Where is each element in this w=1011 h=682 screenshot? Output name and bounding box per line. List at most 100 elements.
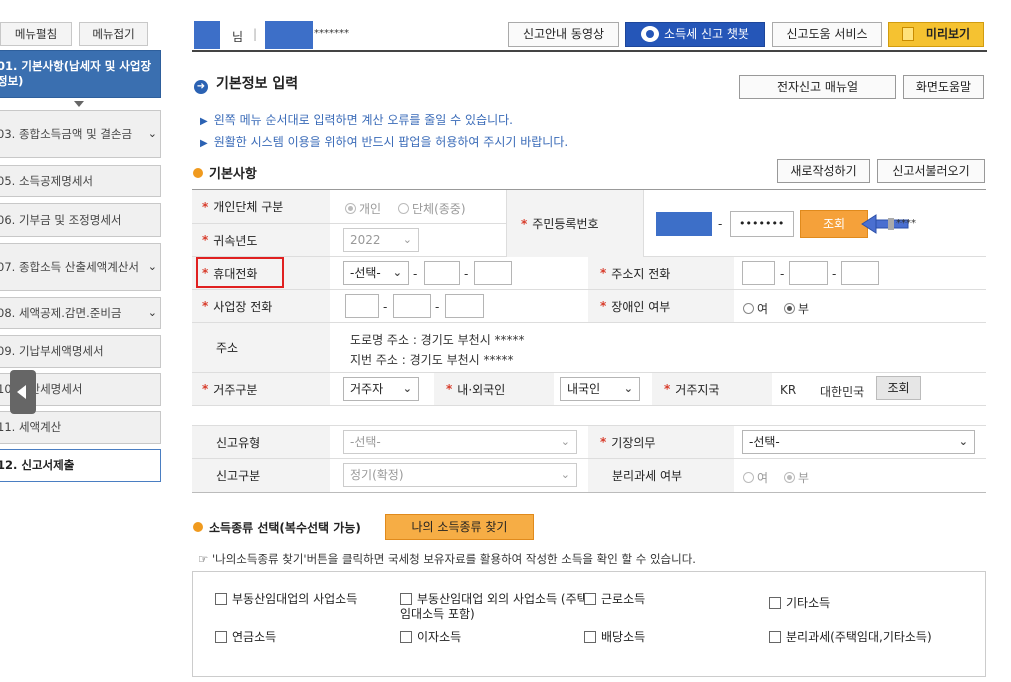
note-text: 왼쪽 메뉴 순서대로 입력하면 계산 오류를 줄일 수 있습니다. [213,113,513,127]
label-text: 주소지 전화 [611,266,671,281]
chatbot-button[interactable]: 소득세 신고 챗봇 [625,22,765,47]
biz-phone-last-input[interactable] [445,294,484,318]
checkbox-icon [584,631,596,643]
report-kind-select[interactable]: 정기(확정) ⌄ [343,463,577,487]
report-kind-label: 신고구분 [192,459,330,492]
entity-type-individual-option[interactable]: 개인 [345,200,381,217]
bookkeeping-select[interactable]: -선택- ⌄ [742,430,975,454]
income-checkbox-other-business[interactable]: 부동산임대업 외의 사업소득 (주택임대소득 포함) [400,592,590,622]
separate-tax-no-option[interactable]: 부 [784,469,809,486]
e-filing-manual-button[interactable]: 전자신고 매뉴얼 [739,75,896,99]
load-return-button[interactable]: 신고서불러오기 [877,159,985,183]
chevron-down-icon: ⌄ [402,233,412,246]
addr-phone-area-input[interactable] [742,261,775,285]
checkbox-label: 부동산임대업의 사업소득 [232,592,358,606]
option-label: 여 [757,302,769,316]
entity-type-group-option[interactable]: 단체(종중) [398,200,466,217]
preview-button[interactable]: 미리보기 [888,22,984,47]
sidebar-item-income-total[interactable]: 03. 종합소득금액 및 결손금 ⌄ [0,110,161,158]
nationality-select[interactable]: 내국인 ⌄ [560,377,640,401]
chevron-down-icon: ⌄ [147,260,157,273]
checkbox-label: 연금소득 [232,630,277,644]
income-checkbox-other[interactable]: 기타소득 [769,596,830,611]
sidebar-item-submit[interactable]: 12. 신고서제출 [0,449,161,482]
label-text: 개인단체 구분 [213,200,284,214]
rrn-masked-tail: **** [896,218,916,229]
separate-tax-yes-option[interactable]: 여 [743,469,768,486]
sidebar-toggle-handle[interactable] [10,370,36,414]
biz-phone-middle-input[interactable] [393,294,431,318]
sidebar-item-income-deduction[interactable]: 05. 소득공제명세서 [0,165,161,197]
screen-help-button[interactable]: 화면도움말 [903,75,984,99]
income-type-box: 부동산임대업의 사업소득 부동산임대업 외의 사업소득 (주택임대소득 포함) … [192,571,986,677]
rrn-lookup-button[interactable]: 조회 [800,210,868,238]
help-service-button[interactable]: 신고도움 서비스 [772,22,882,47]
year-label: * 귀속년도 [192,224,330,256]
mobile-last-input[interactable] [474,261,512,285]
country-lookup-button[interactable]: 조회 [876,376,921,400]
page-title: ➜ 기본정보 입력 [194,73,298,94]
arrow-right-icon: ➜ [194,80,208,94]
bookkeeping-label: * 기장의무 [588,426,734,458]
select-value: -선택- [749,435,780,449]
option-label: 부 [798,302,810,316]
income-checkbox-earned[interactable]: 근로소득 [584,592,645,607]
preview-label: 미리보기 [925,27,971,41]
disabled-no-option[interactable]: 부 [784,300,809,317]
masked-id-suffix: ******* [314,28,349,39]
sidebar-item-tax-calculation[interactable]: 11. 세액계산 [0,411,161,444]
addr-phone-middle-input[interactable] [789,261,828,285]
report-type-label: 신고유형 [192,426,330,458]
rrn-back-input[interactable]: ••••••• [730,211,794,237]
sidebar-item-basic-info[interactable]: 01. 기본사항(납세자 및 사업장정보) [0,50,161,98]
checkbox-icon [769,597,781,609]
income-hint: ☞ '나의소득종류 찾기'버튼을 클릭하면 국세청 보유자료를 활용하여 작성한… [198,551,696,567]
chevron-down-icon: ⌄ [560,435,570,448]
new-write-button[interactable]: 새로작성하기 [777,159,870,183]
sidebar-item-label: 01. 기본사항(납세자 및 사업장정보) [0,59,152,88]
triangle-right-icon: ▶ [200,138,208,149]
report-type-select[interactable]: -선택- ⌄ [343,430,577,454]
menu-expand-button[interactable]: 메뉴펼침 [0,22,72,46]
label-text: 장애인 여부 [611,299,671,314]
sidebar-item-tax-credit[interactable]: 08. 세액공제.감면.준비금 ⌄ [0,297,161,329]
income-checkbox-dividend[interactable]: 배당소득 [584,630,645,645]
select-value: 정기(확정) [350,468,404,482]
checkbox-label: 부동산임대업 외의 사업소득 (주택임대소득 포함) [400,592,588,621]
mobile-prefix-select[interactable]: -선택- ⌄ [343,261,409,285]
sidebar-item-label: 12. 신고서제출 [0,458,75,472]
income-checkbox-pension[interactable]: 연금소득 [215,630,276,645]
menu-collapse-button[interactable]: 메뉴접기 [79,22,148,46]
income-checkbox-separate-tax[interactable]: 분리과세(주택임대,기타소득) [769,630,932,645]
select-value: 내국인 [567,382,601,396]
mobile-middle-input[interactable] [424,261,460,285]
option-label: 여 [757,471,769,485]
sidebar-item-label: 07. 종합소득 산출세액계산서 [0,259,139,274]
dash: - [435,300,440,314]
income-checkbox-real-estate-rental[interactable]: 부동산임대업의 사업소득 [215,592,357,607]
document-icon [901,26,914,41]
road-address: 도로명 주소 : 경기도 부천시 ***** [350,333,525,347]
sidebar: 메뉴펼침 메뉴접기 01. 기본사항(납세자 및 사업장정보) 03. 종합소득… [0,0,172,682]
year-select[interactable]: 2022 ⌄ [343,228,419,252]
disabled-yes-option[interactable]: 여 [743,300,768,317]
label-text: 거주구분 [213,382,258,397]
sidebar-controls: 메뉴펼침 메뉴접기 [0,22,172,46]
video-guide-button[interactable]: 신고안내 동영상 [508,22,619,47]
addr-phone-last-input[interactable] [841,261,879,285]
sidebar-item-donation[interactable]: 06. 기부금 및 조정명세서 [0,203,161,237]
residence-select[interactable]: 거주자 ⌄ [343,377,419,401]
robot-icon [641,25,660,42]
income-checkbox-interest[interactable]: 이자소득 [400,630,461,645]
find-my-income-button[interactable]: 나의 소득종류 찾기 [385,514,534,540]
sidebar-item-label: 08. 세액공제.감면.준비금 [0,305,122,320]
row-biz-phone: * 사업장 전화 - - * 장애인 여부 여 부 [192,290,986,323]
sidebar-item-label: 05. 소득공제명세서 [0,173,94,188]
lot-address: 지번 주소 : 경기도 부천시 ***** [350,353,514,367]
sidebar-item-prepaid-tax[interactable]: 09. 기납부세액명세서 [0,335,161,368]
checkbox-icon [215,593,227,605]
masked-name [194,21,220,49]
biz-phone-area-input[interactable] [345,294,379,318]
sidebar-item-tax-calc-sheet[interactable]: 07. 종합소득 산출세액계산서 ⌄ [0,243,161,291]
sidebar-item-label: 06. 기부금 및 조정명세서 [0,212,122,227]
